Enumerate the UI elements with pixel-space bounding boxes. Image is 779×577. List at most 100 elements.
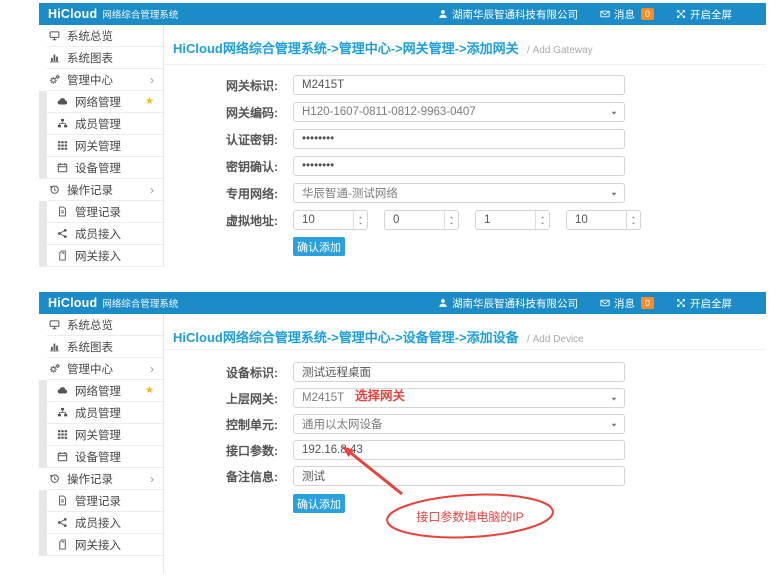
sidebar-item-network-management[interactable]: 网络管理★: [47, 380, 163, 402]
spinner-buttons[interactable]: [535, 211, 549, 229]
confirm-add-button[interactable]: 确认添加: [293, 237, 345, 256]
sidebar-item-management-center[interactable]: 管理中心›: [47, 358, 163, 380]
sidebar-item-gateway-management[interactable]: 网关管理: [47, 135, 163, 157]
gateway-code-select[interactable]: H120-1607-0811-0812-9963-0407: [293, 102, 625, 122]
vaddr-octet-2-spinner[interactable]: 0: [384, 210, 459, 230]
company-name: 湖南华辰智通科技有限公司: [452, 296, 578, 311]
sidebar-item-label: 网关接入: [75, 537, 121, 553]
vaddr-octet-3-spinner[interactable]: 1: [475, 210, 550, 230]
spinner-value: 1: [476, 214, 535, 226]
form-row: 网关标识:: [164, 75, 766, 95]
sdcard-icon: [57, 539, 71, 551]
confirm-add-button[interactable]: 确认添加: [293, 494, 345, 513]
fullscreen-icon: [676, 298, 686, 308]
spinner-buttons[interactable]: [444, 211, 458, 229]
spinner-up-icon: [357, 215, 364, 220]
interface-params-label: 接口参数:: [164, 442, 278, 459]
sidebar-item-gateway-management[interactable]: 网关管理: [47, 424, 163, 446]
vaddr-octet-1-spinner[interactable]: 10: [293, 210, 368, 230]
gateway-id-input[interactable]: [293, 75, 625, 95]
upper-gateway-select[interactable]: M2415T: [293, 388, 625, 408]
operation-records-submenu: 管理记录 成员接入 网关接入: [39, 490, 163, 556]
virtual-address-group: 10 0 1 10: [293, 210, 641, 230]
key-confirm-input[interactable]: [293, 156, 625, 176]
sidebar-item-label: 网关管理: [75, 138, 121, 154]
interface-params-input[interactable]: [293, 440, 625, 460]
private-network-select[interactable]: 华辰智通-测试网络: [293, 183, 625, 203]
monitor-icon: [49, 319, 63, 331]
history-icon: [49, 184, 63, 196]
sidebar-item-gateway-access[interactable]: 网关接入: [47, 245, 163, 267]
sidebar-item-device-management[interactable]: 设备管理: [47, 446, 163, 468]
remark-input[interactable]: [293, 466, 625, 486]
form-row: 网关编码: H120-1607-0811-0812-9963-0407: [164, 102, 766, 122]
breadcrumb-path: HiCloud网络综合管理系统->管理中心->设备管理->添加设备: [173, 330, 519, 345]
sidebar-item-label: 管理中心: [67, 361, 113, 377]
add-device-main: HiCloud网络综合管理系统->管理中心->设备管理->添加设备 / Add …: [164, 314, 766, 573]
brand-name: HiCloud: [48, 7, 97, 21]
select-value: H120-1607-0811-0812-9963-0407: [302, 106, 476, 118]
spinner-buttons[interactable]: [626, 211, 640, 229]
document-icon: [57, 495, 71, 507]
star-icon: ★: [145, 386, 154, 396]
sidebar-item-system-charts[interactable]: 系统图表: [47, 336, 163, 358]
sidebar-item-member-management[interactable]: 成员管理: [47, 402, 163, 424]
gears-icon: [49, 74, 63, 86]
sidebar-item-operation-records[interactable]: 操作记录›: [47, 179, 163, 201]
star-icon: ★: [145, 97, 154, 107]
sidebar-item-label: 管理记录: [75, 204, 121, 220]
sidebar-item-management-center[interactable]: 管理中心›: [47, 69, 163, 91]
form-row: 密钥确认:: [164, 156, 766, 176]
fullscreen-toggle[interactable]: 开启全屏: [676, 296, 732, 311]
sidebar-item-operation-records[interactable]: 操作记录 ›: [47, 468, 163, 490]
account-menu[interactable]: 湖南华辰智通科技有限公司: [438, 7, 578, 22]
sidebar-item-label: 操作记录: [67, 182, 113, 198]
calendar-icon: [57, 451, 71, 463]
sidebar-item-label: 操作记录: [67, 471, 113, 487]
control-unit-select[interactable]: 通用以太网设备: [293, 414, 625, 434]
breadcrumb-subtitle: / Add Device: [527, 334, 584, 345]
spinner-down-icon: [448, 221, 455, 226]
mail-icon: [600, 9, 610, 19]
account-menu[interactable]: 湖南华辰智通科技有限公司: [438, 296, 578, 311]
sidebar-item-label: 成员管理: [75, 405, 121, 421]
select-value: M2415T: [302, 392, 344, 404]
sidebar-item-member-access[interactable]: 成员接入: [47, 223, 163, 245]
sidebar-item-label: 系统总览: [67, 28, 113, 44]
spinner-up-icon: [539, 215, 546, 220]
sitemap-icon: [57, 118, 71, 130]
messages-menu[interactable]: 消息0: [600, 7, 654, 22]
messages-menu[interactable]: 消息0: [600, 296, 654, 311]
spinner-down-icon: [630, 221, 637, 226]
sidebar-item-gateway-access[interactable]: 网关接入: [47, 534, 163, 556]
sidebar-item-member-access[interactable]: 成员接入: [47, 512, 163, 534]
spinner-buttons[interactable]: [353, 211, 367, 229]
chart-icon: [49, 52, 63, 64]
add-device-form: 设备标识: 上层网关: M2415T 控制单元: 通用以太网设备: [164, 350, 766, 513]
device-id-input[interactable]: [293, 362, 625, 382]
sidebar-item-label: 网关管理: [75, 427, 121, 443]
spinner-up-icon: [448, 215, 455, 220]
sidebar-item-management-records[interactable]: 管理记录: [47, 490, 163, 512]
sidebar-item-network-management[interactable]: 网络管理★: [47, 91, 163, 113]
topbar: HiCloud 网络综合管理系统 湖南华辰智通科技有限公司 消息0 开启全屏: [39, 292, 766, 314]
sidebar-item-system-overview[interactable]: 系统总览: [47, 314, 163, 336]
auth-key-input[interactable]: [293, 129, 625, 149]
sidebar-item-label: 管理记录: [75, 493, 121, 509]
device-id-label: 设备标识:: [164, 364, 278, 381]
sidebar-item-label: 成员接入: [75, 226, 121, 242]
fullscreen-toggle[interactable]: 开启全屏: [676, 7, 732, 22]
sidebar-item-device-management[interactable]: 设备管理: [47, 157, 163, 179]
sidebar-item-management-records[interactable]: 管理记录: [47, 201, 163, 223]
sitemap-icon: [57, 407, 71, 419]
spinner-down-icon: [357, 221, 364, 226]
vaddr-octet-4-spinner[interactable]: 10: [566, 210, 641, 230]
sidebar-item-member-management[interactable]: 成员管理: [47, 113, 163, 135]
sidebar: 系统总览 系统图表 管理中心› 网络管理★ 成员管理 网关管理 设备管理 操作记…: [39, 25, 164, 267]
fullscreen-icon: [676, 9, 686, 19]
mail-icon: [600, 298, 610, 308]
breadcrumb-path: HiCloud网络综合管理系统->管理中心->网关管理->添加网关: [173, 41, 519, 56]
sidebar-item-system-overview[interactable]: 系统总览: [47, 25, 163, 47]
sidebar-item-system-charts[interactable]: 系统图表: [47, 47, 163, 69]
chevron-right-icon: ›: [150, 473, 154, 485]
